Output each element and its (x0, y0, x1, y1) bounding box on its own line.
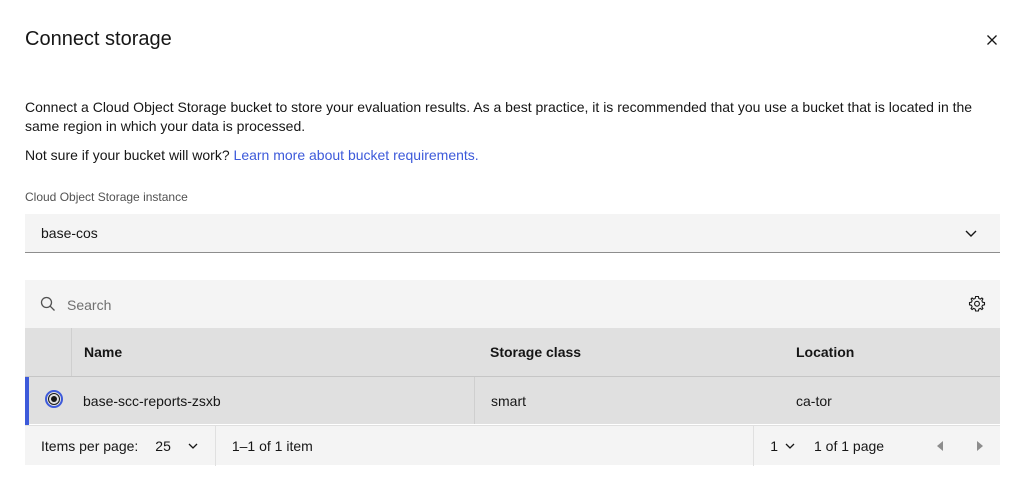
cell-location: ca-tor (796, 392, 832, 409)
page-select[interactable]: 1 (770, 438, 796, 454)
pagination: Items per page: 25 1–1 of 1 item 1 1 of … (25, 425, 1000, 466)
chevron-down-icon (785, 443, 795, 449)
pagination-divider (214, 425, 216, 466)
instance-select-label: Cloud Object Storage instance (25, 190, 188, 204)
items-per-page-select[interactable]: 25 (155, 438, 199, 454)
cell-storage-class: smart (474, 377, 780, 424)
next-page-button[interactable] (960, 426, 1000, 466)
close-button[interactable] (982, 30, 1002, 50)
radio-inner (48, 393, 60, 405)
search-input[interactable] (65, 288, 929, 322)
row-radio-button[interactable] (45, 390, 63, 408)
chevron-down-icon (965, 230, 977, 237)
header-location[interactable]: Location (780, 328, 1000, 376)
caret-right-icon (977, 441, 983, 451)
table-row[interactable]: base-scc-reports-zsxb smart ca-tor (25, 376, 1000, 425)
modal-description: Connect a Cloud Object Storage bucket to… (25, 99, 973, 134)
bucket-note: Not sure if your bucket will work? Learn… (25, 146, 479, 165)
caret-left-icon (937, 441, 943, 451)
items-range: 1–1 of 1 item (231, 437, 313, 454)
row-select-cell (25, 377, 71, 424)
instance-select-value: base-cos (41, 225, 98, 241)
instance-select[interactable]: base-cos (25, 214, 1000, 253)
header-storage-class[interactable]: Storage class (474, 328, 780, 376)
chevron-down-icon (188, 443, 198, 449)
select-column-header (25, 328, 71, 376)
buckets-table: Name Storage class Location base-scc-rep… (25, 328, 1000, 425)
settings-icon[interactable] (968, 295, 986, 313)
items-per-page-value: 25 (155, 437, 171, 454)
modal-title: Connect storage (25, 28, 172, 50)
bucket-requirements-link[interactable]: Learn more about bucket requirements. (234, 147, 479, 163)
table-toolbar (25, 280, 1000, 328)
pagination-right: 1 1 of 1 page (753, 426, 1000, 466)
pagination-divider (753, 426, 755, 466)
header-name[interactable]: Name (71, 328, 474, 376)
search-icon (40, 296, 55, 311)
close-icon (987, 35, 997, 45)
previous-page-button[interactable] (920, 426, 960, 466)
radio-dot (51, 396, 57, 402)
page-select-value: 1 (770, 438, 778, 454)
bucket-note-text: Not sure if your bucket will work? (25, 147, 234, 163)
cell-name: base-scc-reports-zsxb (83, 392, 221, 409)
items-per-page-label: Items per page: (41, 437, 139, 454)
table-header: Name Storage class Location (25, 328, 1000, 376)
page-count: 1 of 1 page (814, 438, 885, 454)
